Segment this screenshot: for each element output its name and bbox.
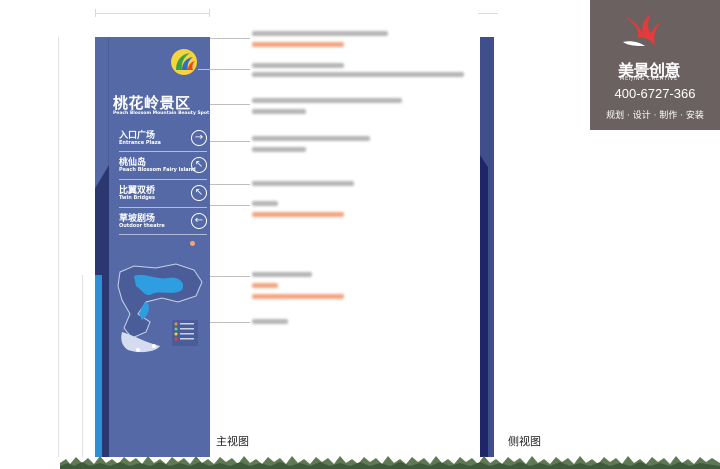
annotation-leader xyxy=(210,205,250,206)
arrow-right-icon: → xyxy=(191,130,207,146)
dimension-tick xyxy=(209,9,210,17)
annotation-note xyxy=(252,319,288,324)
annotation-note xyxy=(252,42,344,47)
sign-title: 桃花岭景区 xyxy=(113,94,191,112)
annotation-leader xyxy=(210,276,250,277)
ground-grass xyxy=(60,456,720,469)
destination-row: 桃仙岛 Peach Blossom Fairy Island ↖ xyxy=(119,155,207,181)
sign-accent-strip-blue xyxy=(95,275,102,457)
row-divider xyxy=(119,207,207,208)
brand-logo-icon xyxy=(623,14,661,46)
destination-name-english: Peach Blossom Fairy Island xyxy=(119,167,196,173)
annotation-note xyxy=(252,136,370,141)
annotation-note xyxy=(252,201,278,206)
brand-phone: 400-6727-366 xyxy=(614,86,696,101)
annotation-leader xyxy=(210,104,250,105)
annotation-note xyxy=(252,181,354,186)
annotation-leader xyxy=(210,38,250,39)
height-dimension-line xyxy=(58,37,59,457)
destination-name-english: Entrance Plaza xyxy=(119,140,161,146)
sign-title-english: Peach Blossom Mountain Beauty Spot xyxy=(113,111,210,116)
arrow-left-icon: ← xyxy=(191,213,207,229)
annotation-leader xyxy=(198,69,250,70)
annotation-note xyxy=(252,63,344,68)
annotation-note xyxy=(252,272,312,277)
row-divider xyxy=(119,179,207,180)
location-pin-icon xyxy=(190,241,195,246)
annotation-note xyxy=(252,283,278,288)
row-divider xyxy=(119,234,207,235)
annotation-note xyxy=(252,72,464,77)
annotation-note xyxy=(252,212,344,217)
row-divider xyxy=(119,151,207,152)
annotation-note xyxy=(252,31,388,36)
arrow-up-left-icon: ↖ xyxy=(191,185,207,201)
annotation-leader xyxy=(210,184,250,185)
dimension-tick xyxy=(95,9,96,17)
destination-name-english: Twin Bridges xyxy=(119,195,156,201)
side-view-caption: 侧视图 xyxy=(508,435,541,448)
scenic-area-map xyxy=(117,263,203,353)
side-width-dimension-line xyxy=(478,13,498,14)
destination-row: 比翼双桥 Twin Bridges ↖ xyxy=(119,183,207,209)
drawing-canvas: 桃花岭景区 Peach Blossom Mountain Beauty Spot… xyxy=(0,0,720,469)
brand-name-english: MEIJING CREATIVE xyxy=(619,76,679,82)
front-view-caption: 主视图 xyxy=(216,435,249,448)
destination-name-english: Outdoor theatre xyxy=(119,223,165,229)
height-dimension-line xyxy=(82,275,83,457)
annotation-note xyxy=(252,98,402,103)
width-dimension-line xyxy=(95,13,210,14)
sign-side-accent xyxy=(480,155,488,457)
annotation-leader xyxy=(210,141,250,142)
annotation-note xyxy=(252,109,306,114)
annotation-note xyxy=(252,294,344,299)
scenic-area-logo-icon xyxy=(171,49,197,75)
brand-services: 规划 · 设计 · 制作 · 安装 xyxy=(606,111,704,121)
annotation-leader xyxy=(210,322,250,323)
arrow-up-left-icon: ↖ xyxy=(191,157,207,173)
annotation-note xyxy=(252,147,306,152)
